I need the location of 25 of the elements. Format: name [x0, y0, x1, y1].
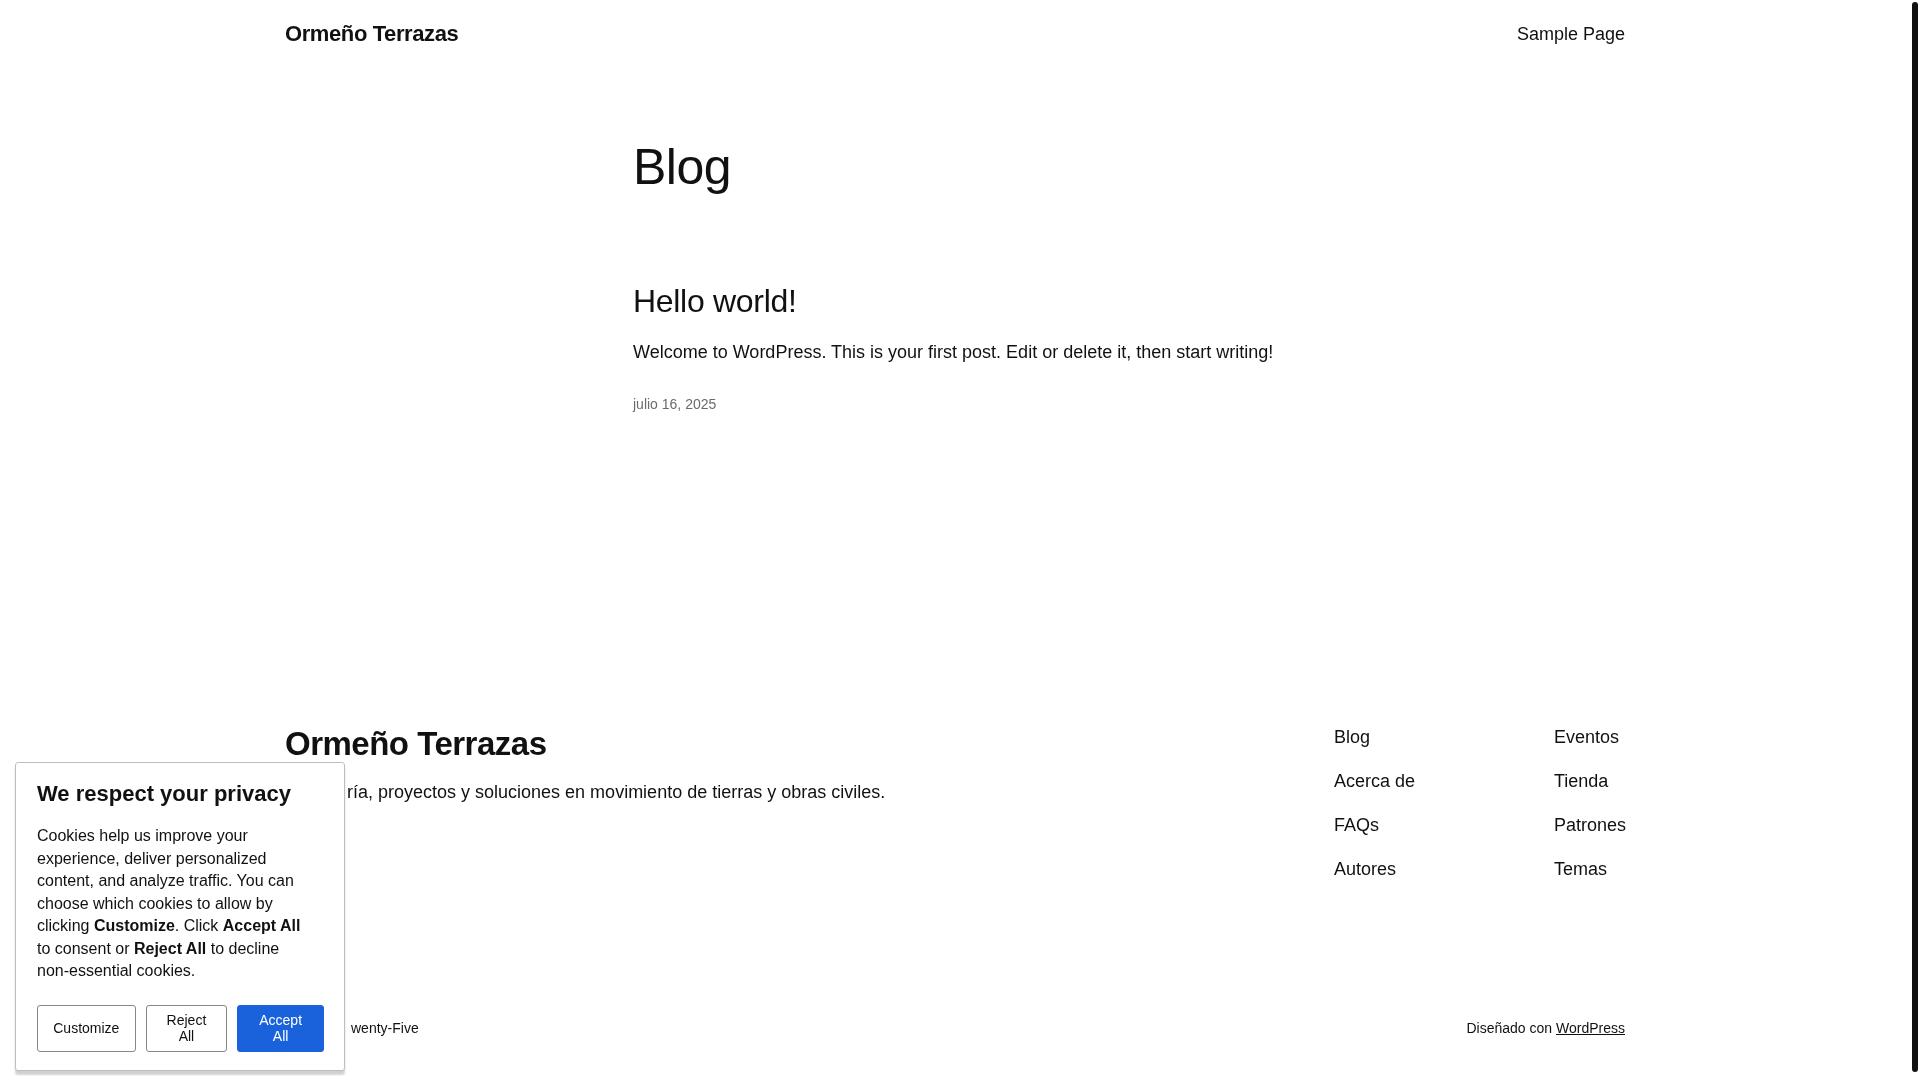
theme-credit: wenty-Five [351, 1020, 419, 1036]
footer-tagline: ría, proyectos y soluciones en movimiento de tierras y obras civiles. [347, 782, 886, 803]
post-date: julio 16, 2025 [633, 396, 717, 412]
scrollbar-thumb[interactable] [1912, 2, 1918, 1072]
footer-link[interactable]: Patrones [1554, 814, 1625, 837]
cookie-button[interactable]: Reject All [145, 1004, 228, 1052]
post-excerpt: Welcome to WordPress. This is your first post. Edit or delete it, then start writing! [633, 342, 1275, 363]
cookie-text: Cookies help us improve your experience, deliver personalized content, and analyze traffic. You can choose which cookies to allow by clicking Customize. Click Accept All to consent or Reject All to decline non-essential cookies. [37, 826, 302, 981]
cookie-button[interactable]: Accept All [237, 1004, 324, 1052]
nav-link[interactable]: Sample Page [1516, 23, 1625, 45]
footer-link[interactable]: Blog [1334, 726, 1554, 749]
cookie-title: We respect your privacy [37, 781, 292, 807]
designed-with-credit: Diseñado con WordPress [1466, 1020, 1625, 1036]
footer-link[interactable]: Temas [1554, 858, 1625, 881]
cookie-button[interactable]: Customize [37, 1004, 136, 1052]
post-title[interactable]: Hello world! [633, 283, 1625, 320]
wordpress-link[interactable]: WordPress [1556, 1020, 1625, 1036]
footer-link[interactable]: Tienda [1554, 770, 1625, 793]
footer-link[interactable]: Eventos [1554, 726, 1625, 749]
footer-site-title[interactable]: Ormeño Terrazas [285, 726, 886, 762]
site-title[interactable]: Ormeño Terrazas [285, 21, 459, 47]
footer-link[interactable]: Autores [1334, 858, 1554, 881]
footer-link[interactable]: FAQs [1334, 814, 1554, 837]
page-title: Blog [633, 138, 733, 196]
footer-link[interactable]: Acerca de [1334, 770, 1554, 793]
